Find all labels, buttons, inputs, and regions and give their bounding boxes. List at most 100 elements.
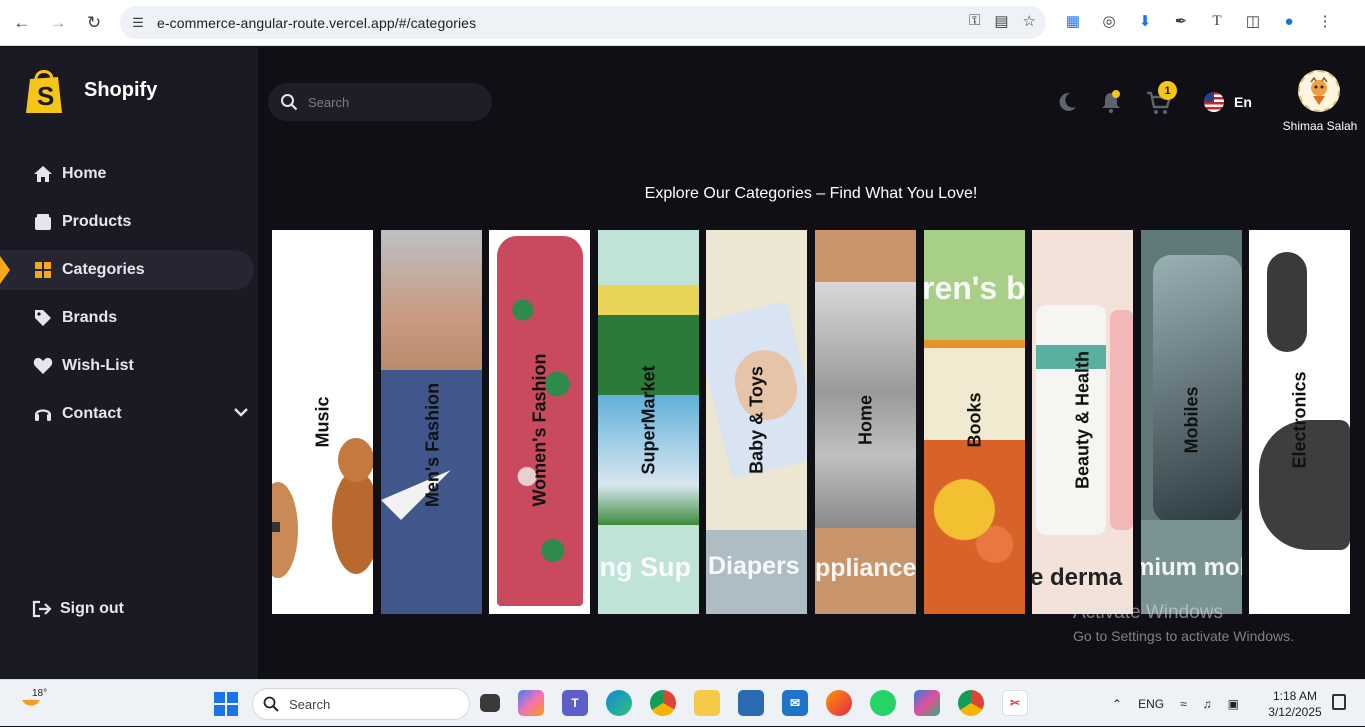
volume-icon[interactable]: ♫ (1203, 697, 1212, 711)
brand-name: Shopify (84, 78, 158, 101)
search-box[interactable] (268, 83, 492, 121)
sidebar-item-brands[interactable]: Brands (0, 298, 258, 338)
edge-icon[interactable] (606, 690, 632, 716)
category-image-caption: mium mob (1141, 554, 1242, 581)
extensions-puzzle-icon[interactable]: ◫ (1242, 10, 1264, 32)
cart-button[interactable]: 1 (1146, 81, 1177, 120)
temperature: 18° (32, 688, 48, 699)
category-image-caption: ppliance (815, 554, 916, 582)
text-extension-icon[interactable]: T (1206, 10, 1228, 32)
category-card-mobiles[interactable]: mium mob Mobiles (1141, 230, 1242, 614)
task-view-icon[interactable] (480, 694, 500, 712)
clock-time: 1:18 AM (1272, 689, 1318, 703)
start-button[interactable] (214, 692, 238, 716)
language-selector[interactable]: En (1204, 92, 1252, 112)
eyedropper-icon[interactable]: ✒ (1170, 10, 1192, 32)
weather-widget[interactable]: 18° (18, 686, 48, 712)
clock[interactable]: 1:18 AM 3/12/2025 (1264, 688, 1326, 720)
dark-mode-toggle[interactable] (1056, 91, 1078, 118)
category-card-mens-fashion[interactable]: Men's Fashion (381, 230, 482, 614)
category-label: Electronics (1289, 371, 1309, 469)
category-label: SuperMarket (638, 365, 658, 475)
category-card-books[interactable]: ren's b Books (924, 230, 1025, 614)
taskbar-search[interactable]: Search (252, 688, 470, 720)
category-card-beauty-health[interactable]: e derma Beauty & Health (1032, 230, 1133, 614)
taskbar-apps: T ✉ ✂ (480, 690, 1028, 716)
category-card-home[interactable]: ppliance Home (815, 230, 916, 614)
store-icon[interactable] (738, 690, 764, 716)
category-label: Beauty & Health (1072, 350, 1092, 490)
address-bar[interactable]: ☰ e-commerce-angular-route.vercel.app/#/… (120, 6, 1046, 39)
sidebar-item-label: Products (62, 213, 132, 230)
sidebar-menu: Home Products Categories Brands Wish-Lis… (0, 154, 258, 442)
sidebar-item-label: Contact (62, 405, 122, 422)
category-card-electronics[interactable]: Electronics (1249, 230, 1350, 614)
pink-bottle-image (1110, 310, 1133, 530)
url-text[interactable]: e-commerce-angular-route.vercel.app/#/ca… (157, 15, 476, 31)
cart-count-badge: 1 (1158, 81, 1177, 100)
signout-button[interactable]: Sign out (32, 600, 124, 618)
wifi-icon[interactable]: ≈ (1180, 697, 1187, 711)
category-label: Baby & Toys (746, 366, 766, 474)
input-language[interactable]: ENG (1138, 697, 1164, 711)
app-root: S Shopify Home Products Categories Brand… (0, 47, 1365, 679)
notifications-center-icon[interactable] (1332, 694, 1346, 710)
key-icon[interactable]: ⚿ (969, 12, 980, 30)
sidebar-item-label: Wish-List (62, 357, 134, 374)
category-card-music[interactable]: Music (272, 230, 373, 614)
sidebar-item-home[interactable]: Home (0, 154, 258, 194)
download-icon[interactable]: ⬇ (1134, 10, 1156, 32)
category-card-womens-fashion[interactable]: Women's Fashion (489, 230, 590, 614)
clock-date: 3/12/2025 (1268, 705, 1322, 719)
chrome-icon[interactable] (650, 690, 676, 716)
mail-icon[interactable]: ✉ (782, 690, 808, 716)
user-name: Shimaa Salah (1282, 119, 1358, 133)
battery-icon[interactable]: ▣ (1228, 697, 1239, 711)
back-button[interactable]: ← (8, 9, 36, 37)
search-input[interactable] (308, 94, 468, 110)
brand-logo[interactable]: S Shopify (22, 65, 157, 115)
activate-subtitle: Go to Settings to activate Windows. (1073, 628, 1294, 644)
sidebar-item-categories[interactable]: Categories (0, 250, 254, 290)
firefox-icon[interactable] (826, 690, 852, 716)
tag-icon (32, 307, 54, 329)
category-card-baby-toys[interactable]: Diapers Baby & Toys (706, 230, 807, 614)
category-label: Women's Fashion (529, 353, 549, 507)
m365-icon[interactable] (914, 690, 940, 716)
bookmark-star-icon[interactable]: ☆ (1023, 12, 1036, 30)
extension-circle-icon[interactable]: ◎ (1098, 10, 1120, 32)
sidebar-item-products[interactable]: Products (0, 202, 258, 242)
category-image-caption: ren's b (924, 270, 1025, 306)
sidebar: S Shopify Home Products Categories Brand… (0, 47, 258, 679)
category-label: Home (855, 394, 875, 446)
signout-icon (32, 600, 52, 618)
category-label: Men's Fashion (422, 382, 443, 508)
extension-doc-icon[interactable]: ▦ (1062, 10, 1084, 32)
file-explorer-icon[interactable] (694, 690, 720, 716)
notifications-button[interactable] (1100, 90, 1122, 119)
snipping-tool-icon[interactable]: ✂ (1002, 690, 1028, 716)
teams-icon[interactable]: T (562, 690, 588, 716)
category-image-caption: e derma (1032, 564, 1123, 591)
whatsapp-icon[interactable] (870, 690, 896, 716)
chevron-down-icon[interactable] (234, 404, 248, 422)
forward-button[interactable]: → (44, 9, 72, 37)
category-card-supermarket[interactable]: ing Sup SuperMarket (598, 230, 699, 614)
us-flag-icon (1204, 92, 1224, 112)
sidebar-item-contact[interactable]: Contact (0, 394, 258, 434)
sidebar-item-label: Home (62, 165, 107, 182)
reload-button[interactable]: ↻ (80, 9, 108, 37)
copilot-icon[interactable] (518, 690, 544, 716)
show-hidden-icons-icon[interactable]: ⌃ (1112, 697, 1122, 711)
home-icon (32, 163, 54, 185)
sidebar-item-wish-list[interactable]: Wish-List (0, 346, 258, 386)
earbud-image (1267, 252, 1307, 352)
translate-icon[interactable]: ▤ (994, 12, 1008, 30)
browser-menu-icon[interactable]: ⋮ (1314, 10, 1336, 32)
profile-icon[interactable]: ● (1278, 10, 1300, 32)
headset-icon (32, 403, 54, 425)
site-info-icon[interactable]: ☰ (128, 15, 148, 31)
activate-title: Activate Windows (1073, 602, 1223, 623)
avatar[interactable] (1298, 70, 1340, 112)
chrome-profile-icon[interactable] (958, 690, 984, 716)
